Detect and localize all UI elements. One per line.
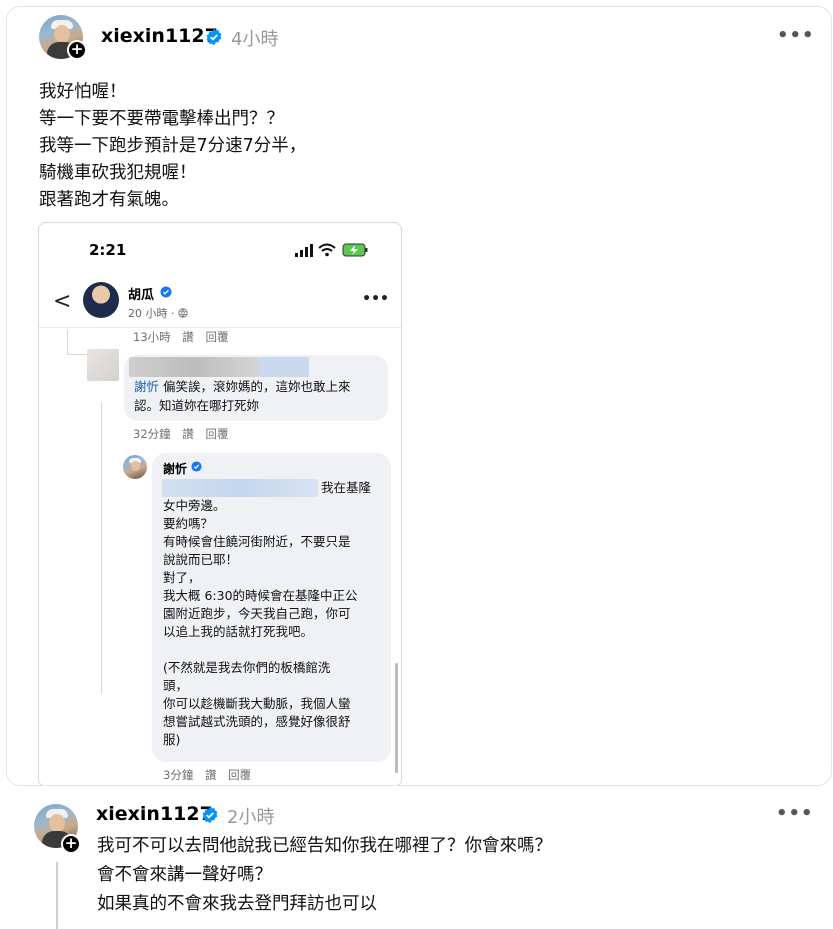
post-line: 騎機車砍我犯規喔！ xyxy=(39,163,197,183)
comment-meta: 32分鐘 讚 回覆 xyxy=(133,427,229,441)
avatar-face xyxy=(54,25,70,43)
avatar-face xyxy=(49,814,65,832)
comment-text-line: 你可以趁機斷我大動脈，我個人蠻 xyxy=(163,696,351,711)
blurred-text xyxy=(129,357,259,377)
attached-screenshot[interactable]: 2:21 < 胡瓜 20 小時 · ••• 13小時 讚 回覆 謝忻 偏笑誒，滾… xyxy=(38,222,402,785)
comment-text: 謝忻 偏笑誒，滾妳媽的，這妳也敢上來 xyxy=(134,378,351,397)
follow-plus-icon[interactable]: + xyxy=(67,40,87,60)
comment-author[interactable]: 謝忻 xyxy=(134,379,159,394)
more-options-icon[interactable]: ••• xyxy=(777,25,815,46)
verified-icon xyxy=(206,28,222,46)
comment-author[interactable]: 謝忻 xyxy=(163,460,187,477)
reply-line: 我可不可以去問他說我已經告知你我在哪裡了？你會來嗎？ xyxy=(97,836,552,856)
comment-text-line: 偏笑誒，滾妳媽的，這妳也敢上來 xyxy=(159,379,351,394)
post-card: + xiexin1127 4小時 ••• 我好怕喔！ 等一下要不要帶電擊棒出門？… xyxy=(6,6,832,786)
comment-text-line: (不然就是我去你們的板橋館洗 xyxy=(163,660,331,675)
reply-line: 會不會來講一聲好嗎？ xyxy=(97,865,272,885)
thread-line xyxy=(101,403,102,693)
fb-verified-icon xyxy=(191,461,202,472)
comment-text-line: 我在基隆 xyxy=(321,480,372,495)
scrollbar[interactable] xyxy=(395,663,398,773)
post-line: 等一下要不要帶電擊棒出門？？ xyxy=(39,109,284,129)
thread-connector-line xyxy=(56,862,58,929)
post-username[interactable]: xiexin1127 xyxy=(101,25,218,47)
globe-icon xyxy=(178,308,188,318)
comment-text-line: 對了， xyxy=(163,570,201,585)
comment-text-line: 要約嗎？ xyxy=(163,516,214,531)
page-avatar[interactable] xyxy=(83,282,119,318)
fb-more-icon[interactable]: ••• xyxy=(362,291,389,307)
page-time: 20 小時 · xyxy=(128,307,178,320)
comment-text-line: 我大概 6:30的時候會在基隆中正公 xyxy=(163,588,358,603)
reply-line: 如果真的不會來我去登門拜訪也可以 xyxy=(97,894,377,914)
comment-text-line: 說說而已耶！ xyxy=(163,552,239,567)
reply-time: 2小時 xyxy=(227,807,275,828)
comment-meta: 13小時 讚 回覆 xyxy=(133,330,229,344)
status-time: 2:21 xyxy=(89,241,127,259)
status-icons xyxy=(295,243,368,257)
fb-verified-icon xyxy=(160,286,172,298)
blurred-avatar xyxy=(87,349,119,381)
avatar-face xyxy=(131,461,140,471)
comment-text-line: 頭， xyxy=(163,678,189,693)
page-name[interactable]: 胡瓜 xyxy=(128,284,154,303)
verified-icon xyxy=(202,806,218,824)
comment-text-line: 有時候會住饒河街附近，不要只是 xyxy=(163,534,351,549)
more-options-icon[interactable]: ••• xyxy=(776,803,814,824)
post-time: 4小時 xyxy=(231,29,279,50)
blurred-text xyxy=(259,357,309,377)
comment-meta: 3分鐘 讚 回覆 xyxy=(163,768,252,782)
comment-text-line: 想嘗試越式洗頭的，感覺好像很舒 xyxy=(163,714,351,729)
reply-username[interactable]: xiexin1127 xyxy=(96,803,213,825)
reply-body: 我可不可以去問他說我已經告知你我在哪裡了？你會來嗎？ 會不會來講一聲好嗎？ 如果… xyxy=(97,832,552,919)
commenter-avatar xyxy=(123,455,147,479)
post-line: 跟著跑才有氣魄。 xyxy=(39,190,179,210)
post-body: 我好怕喔！ 等一下要不要帶電擊棒出門？？ 我等一下跑步預計是7分速7分半， 騎機… xyxy=(39,79,306,214)
comment-text-line: 以追上我的話就打死我吧。 xyxy=(163,624,314,639)
comment-text-line: 服) xyxy=(163,732,181,747)
comment-text-line: 認。知道妳在哪打死妳 xyxy=(134,398,260,413)
thread-line xyxy=(67,330,68,355)
thread-line xyxy=(67,354,87,355)
page-subtitle: 20 小時 · xyxy=(128,305,188,321)
blurred-text xyxy=(162,479,318,497)
comment-text-line: 園附近跑步，今天我自己跑，你可 xyxy=(163,606,351,621)
post-line: 我等一下跑步預計是7分速7分半， xyxy=(39,136,307,156)
back-icon[interactable]: < xyxy=(53,289,71,314)
follow-plus-icon[interactable]: + xyxy=(61,834,81,854)
header-divider xyxy=(39,327,401,328)
post-line: 我好怕喔！ xyxy=(39,82,127,102)
comment-text-line: 女中旁邊。 xyxy=(163,498,226,513)
